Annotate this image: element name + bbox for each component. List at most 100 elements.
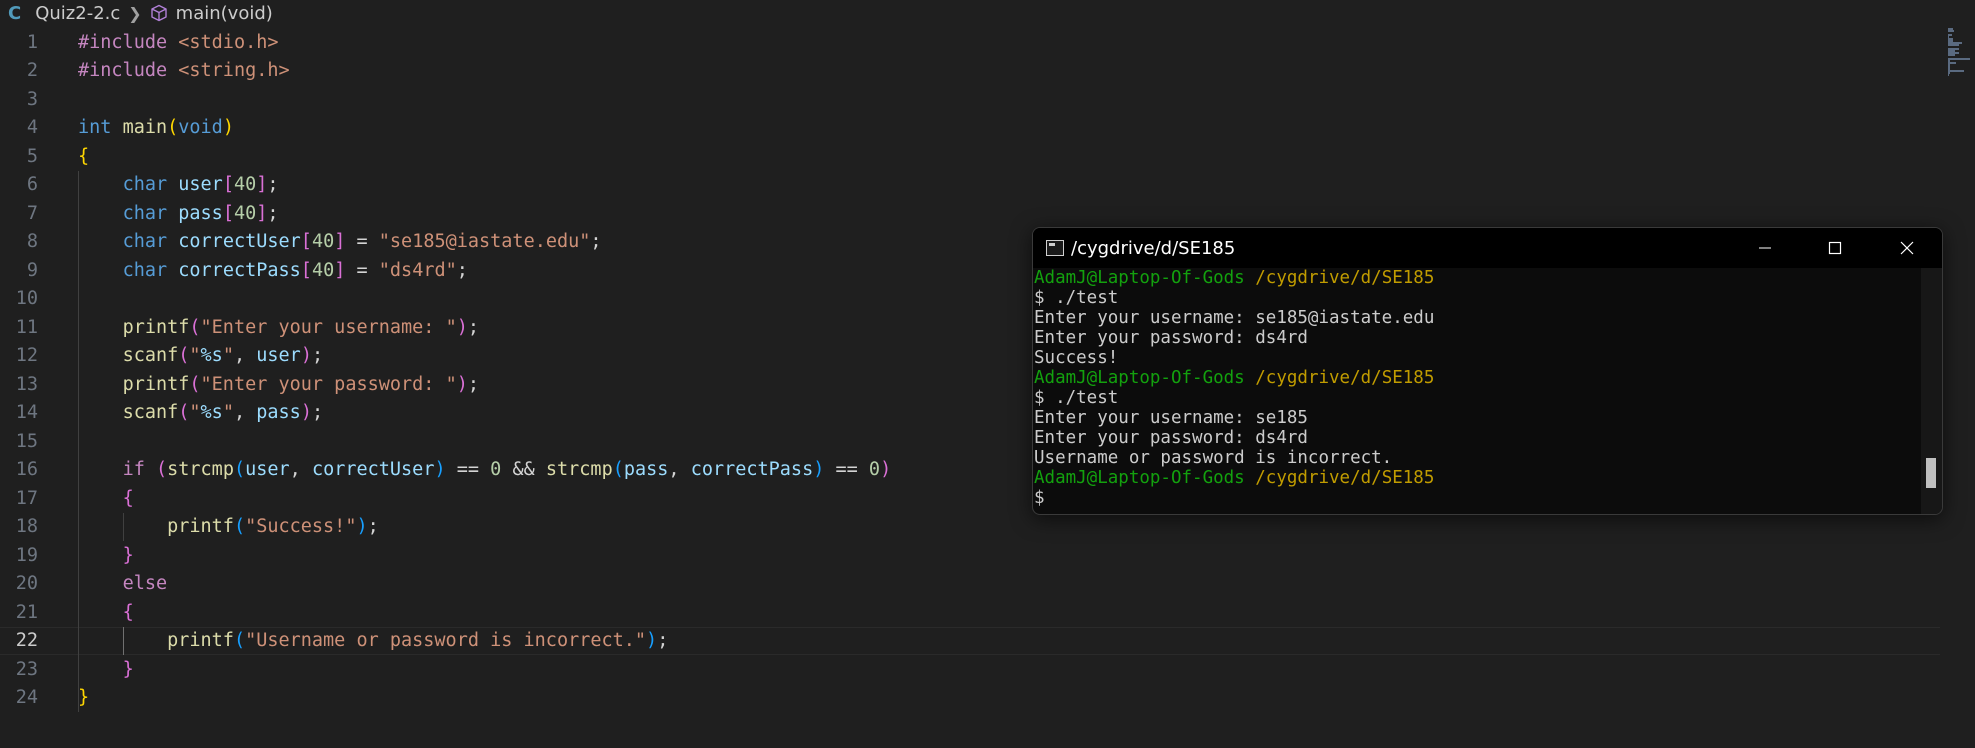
minimap[interactable]	[1944, 28, 1972, 78]
code-token: ,	[668, 459, 691, 481]
code-token: user	[256, 345, 301, 367]
minimize-button[interactable]	[1730, 228, 1800, 268]
code-token: <string.h>	[178, 60, 290, 82]
code-token: )	[222, 117, 234, 139]
code-line[interactable]: 5{	[0, 142, 1940, 171]
c-language-icon: C	[8, 2, 22, 24]
code-token: )	[434, 459, 446, 481]
code-token: "	[189, 402, 201, 424]
minimap-line	[1948, 54, 1955, 56]
line-number: 11	[15, 316, 38, 338]
code-token: ==	[445, 459, 491, 481]
terminal-line: AdamJ@Laptop-Of-Gods /cygdrive/d/SE185	[1034, 468, 1922, 488]
code-token: int	[78, 117, 112, 139]
maximize-button[interactable]	[1800, 228, 1870, 268]
code-token: void	[178, 117, 223, 139]
code-token: {	[122, 487, 134, 509]
line-number: 8	[26, 231, 38, 253]
code-token: "Username or password is incorrect."	[245, 630, 647, 652]
code-line[interactable]: 7 char pass[40];	[0, 199, 1940, 228]
minimap-line	[1948, 58, 1970, 60]
code-line[interactable]: 20 else	[0, 570, 1940, 599]
code-token: (	[189, 373, 201, 395]
prompt-path: /cygdrive/d/SE185	[1255, 468, 1435, 488]
code-token: #include	[78, 31, 168, 53]
line-number: 21	[15, 601, 38, 623]
code-line[interactable]: 19 }	[0, 541, 1940, 570]
code-line[interactable]: 4 int main(void)	[0, 114, 1940, 143]
terminal-output[interactable]: AdamJ@Laptop-Of-Gods /cygdrive/d/SE185 $ …	[1033, 268, 1922, 514]
code-token: char	[122, 202, 168, 224]
close-button[interactable]	[1872, 228, 1942, 268]
code-token: correctUser	[311, 459, 435, 481]
code-token: ]	[256, 174, 268, 196]
code-line[interactable]: 22 printf("Username or password is incor…	[0, 626, 1940, 655]
terminal-window[interactable]: /cygdrive/d/SE185 AdamJ@Laptop-Of-Gods /…	[1032, 227, 1943, 515]
code-token: char	[122, 259, 168, 281]
line-number: 6	[26, 174, 38, 196]
prompt-user: AdamJ@Laptop-Of-Gods	[1034, 368, 1245, 388]
code-token: [	[300, 259, 312, 281]
code-text: if (strcmp(user, correctUser) == 0 && st…	[78, 459, 892, 481]
code-line[interactable]: 1 #include <stdio.h>	[0, 28, 1940, 57]
code-token: printf	[122, 316, 190, 338]
code-token: [	[300, 231, 312, 253]
code-token: if	[122, 459, 145, 481]
code-token: =	[345, 259, 379, 281]
prompt-path: /cygdrive/d/SE185	[1255, 268, 1435, 288]
code-token: [	[222, 174, 234, 196]
code-token: (	[233, 516, 246, 538]
code-token: user	[178, 174, 223, 196]
code-token: "	[189, 345, 201, 367]
line-number: 2	[26, 60, 38, 82]
prompt-user: AdamJ@Laptop-Of-Gods	[1034, 268, 1245, 288]
terminal-line: AdamJ@Laptop-Of-Gods /cygdrive/d/SE185	[1034, 268, 1922, 288]
code-token: user	[245, 459, 290, 481]
terminal-scrollbar[interactable]	[1921, 268, 1942, 514]
code-text: }	[78, 545, 134, 566]
code-text: char correctUser[40] = "se185@iastate.ed…	[78, 231, 602, 252]
code-token: )	[300, 345, 312, 367]
code-line[interactable]: 21 {	[0, 598, 1940, 627]
code-token: char	[122, 231, 168, 253]
breadcrumb-symbol[interactable]: main(void)	[176, 3, 273, 24]
code-token: }	[122, 658, 134, 680]
code-line[interactable]: 24}	[0, 684, 1940, 713]
code-token: pass	[623, 459, 669, 481]
code-token: )	[646, 630, 658, 652]
terminal-titlebar[interactable]: /cygdrive/d/SE185	[1033, 228, 1942, 268]
terminal-scrollbar-thumb[interactable]	[1926, 458, 1936, 489]
code-token: (	[233, 630, 246, 652]
code-token: 40	[233, 174, 257, 196]
code-token: %s	[200, 345, 223, 367]
code-token: ;	[311, 345, 324, 367]
indent-guide	[78, 170, 79, 712]
code-line[interactable]: 2 #include <string.h>	[0, 57, 1940, 86]
indent-guide	[122, 626, 124, 655]
code-line[interactable]: 6 char user[40];	[0, 171, 1940, 200]
line-number: 9	[26, 259, 38, 281]
code-token: &&	[501, 459, 546, 481]
code-text: {	[78, 146, 89, 167]
code-line[interactable]: 18 printf("Success!");	[0, 513, 1940, 542]
code-token: scanf	[122, 402, 179, 424]
code-line[interactable]: 3	[0, 85, 1940, 114]
code-token: 40	[311, 259, 335, 281]
breadcrumb-file[interactable]: Quiz2-2.c	[35, 3, 120, 24]
code-text: printf("Enter your password: ");	[78, 374, 479, 395]
code-line[interactable]: 23 }	[0, 655, 1940, 684]
line-number: 4	[26, 117, 38, 139]
code-token: ;	[267, 174, 279, 196]
